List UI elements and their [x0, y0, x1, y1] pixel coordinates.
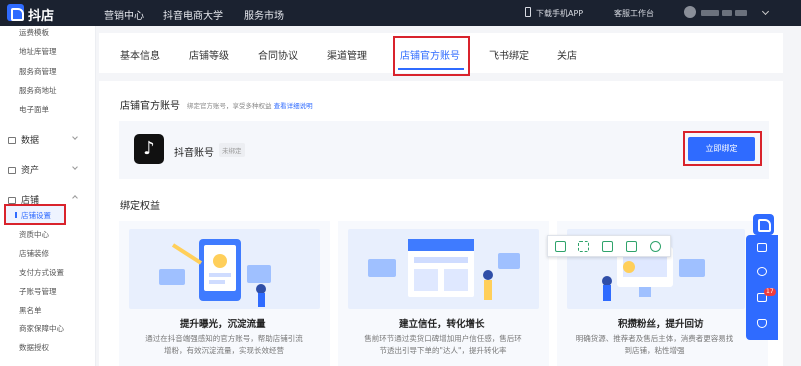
notification-badge: 17 — [764, 288, 776, 296]
sidebar-item-provider-management[interactable]: 服务商管理 — [19, 66, 57, 77]
benefit-desc-line: 节透出引导下单的"达人"，提升转化率 — [379, 346, 507, 355]
sidebar-item-provider-address[interactable]: 服务商地址 — [19, 85, 57, 96]
benefit-title: 提升曝光，沉淀流量 — [180, 319, 266, 330]
sidebar-group-assets[interactable]: 资产 — [8, 163, 39, 176]
shield-icon[interactable] — [757, 319, 767, 328]
illustration-exposure — [129, 229, 320, 309]
tab-channel-management[interactable]: 渠道管理 — [327, 47, 367, 62]
expand-icon[interactable] — [578, 241, 589, 252]
account-card — [119, 121, 769, 179]
tab-active-underline — [398, 68, 464, 70]
section-title-official-account: 店铺官方账号 — [120, 101, 180, 112]
nav-ecommerce-university[interactable]: 抖音电商大学 — [163, 7, 223, 22]
book-icon[interactable] — [757, 243, 767, 252]
save-icon[interactable] — [602, 241, 613, 252]
username-blur — [701, 10, 719, 16]
benefit-desc-line: 明确货源、推荐者及售后主体，消费者更容易找 — [575, 334, 734, 343]
benefit-desc-line: 到店铺，粘性增强 — [624, 346, 685, 355]
hint-text: 绑定官方账号，享受多种权益 查看详细说明 — [187, 102, 313, 110]
sidebar-item-payment-settings[interactable]: 支付方式设置 — [19, 267, 64, 278]
sidebar-item-qualification-center[interactable]: 资质中心 — [19, 229, 49, 240]
highlight-box — [393, 36, 470, 76]
sidebar-item-sub-accounts[interactable]: 子账号管理 — [19, 286, 57, 297]
tab-basic-info[interactable]: 基本信息 — [120, 47, 160, 62]
username-blur — [722, 10, 732, 16]
sidebar-item-store-settings[interactable]: 店铺设置 — [4, 204, 66, 225]
sidebar-group-data[interactable]: 数据 — [8, 133, 39, 146]
doudian-logo-icon[interactable] — [7, 4, 24, 21]
service-desk-link[interactable]: 客服工作台 — [614, 8, 654, 19]
nav-marketing-center[interactable]: 营销中心 — [104, 7, 144, 22]
sidebar-item-merchant-protection[interactable]: 商家保障中心 — [19, 323, 64, 334]
phone-icon — [525, 7, 531, 17]
details-link[interactable]: 查看详细说明 — [274, 102, 313, 110]
screenshot-icon[interactable] — [555, 241, 566, 252]
benefit-title: 建立信任，转化增长 — [399, 319, 485, 330]
chart-icon — [8, 137, 16, 144]
logo-text[interactable]: 抖店 — [28, 5, 54, 24]
sidebar-item-data-authorization[interactable]: 数据授权 — [19, 342, 49, 353]
tab-contracts[interactable]: 合同协议 — [258, 47, 298, 62]
settings-icon[interactable] — [650, 241, 661, 252]
section-title-benefits: 绑定权益 — [120, 201, 160, 212]
tab-feishu-binding[interactable]: 飞书绑定 — [489, 47, 529, 62]
headset-icon[interactable] — [757, 267, 767, 276]
share-icon[interactable] — [626, 241, 637, 252]
username-blur — [735, 10, 747, 16]
benefit-title: 积攒粉丝，提升回访 — [618, 319, 704, 330]
doudian-assistant-icon[interactable] — [753, 214, 774, 235]
benefit-desc-line: 售前环节通过卖货口碑增加用户信任感，售后环 — [364, 334, 522, 343]
tab-store-level[interactable]: 店铺等级 — [189, 47, 229, 62]
sidebar-item-blacklist[interactable]: 黑名单 — [19, 305, 42, 316]
download-app-link[interactable]: 下载手机APP — [536, 8, 583, 19]
account-label: 抖音账号 — [174, 148, 214, 159]
wallet-icon — [8, 167, 16, 174]
sidebar-item-freight-template[interactable]: 运费模板 — [19, 27, 49, 38]
sidebar-item-address-library[interactable]: 地址库管理 — [19, 46, 57, 57]
status-badge: 未绑定 — [219, 143, 245, 157]
illustration-trust — [348, 229, 539, 309]
store-icon — [8, 197, 16, 204]
active-indicator — [15, 212, 17, 218]
chevron-down-icon[interactable] — [761, 7, 770, 16]
tiktok-logo-icon: ♪ — [134, 134, 164, 164]
bind-now-button[interactable]: 立即绑定 — [688, 137, 755, 161]
sidebar-item-store-decoration[interactable]: 店铺装修 — [19, 248, 49, 259]
nav-service-market[interactable]: 服务市场 — [244, 7, 284, 22]
benefit-desc-line: 通过在抖音端强感知的官方账号，帮助店铺引流 — [145, 334, 303, 343]
benefit-desc-line: 增粉，有效沉淀流量，实现长效经营 — [164, 346, 284, 355]
sidebar-item-e-waybill[interactable]: 电子面单 — [19, 104, 49, 115]
tab-close-store[interactable]: 关店 — [557, 47, 577, 62]
avatar[interactable] — [684, 6, 696, 18]
top-nav-bar: 抖店 营销中心 抖音电商大学 服务市场 下载手机APP 客服工作台 — [0, 0, 801, 26]
floating-toolbar — [547, 235, 671, 257]
